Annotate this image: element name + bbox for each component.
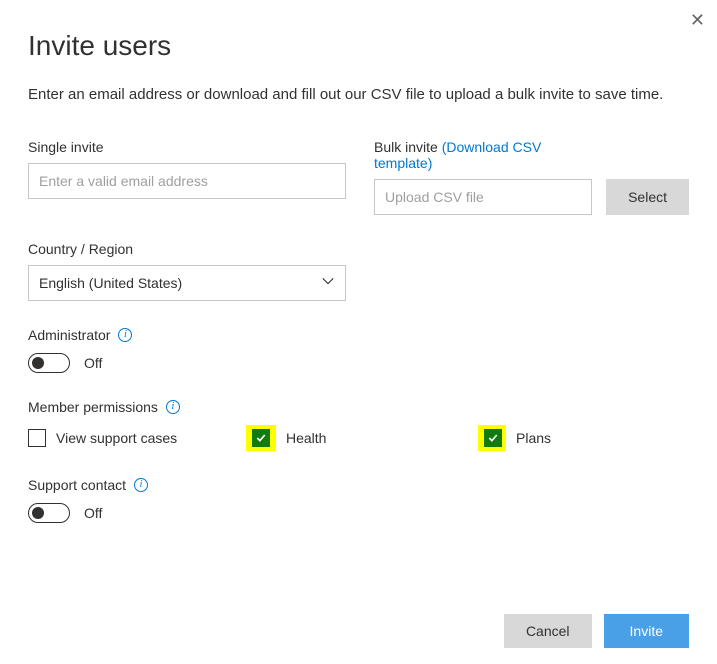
country-select[interactable]: English (United States) <box>28 265 346 301</box>
single-invite-input[interactable] <box>28 163 346 199</box>
country-label: Country / Region <box>28 241 689 257</box>
invite-button[interactable]: Invite <box>604 614 689 648</box>
bulk-invite-input[interactable] <box>374 179 592 215</box>
bulk-invite-label-text: Bulk invite <box>374 139 438 155</box>
checkbox-view-support-cases[interactable] <box>28 429 46 447</box>
chevron-down-icon <box>321 274 335 291</box>
info-icon[interactable]: i <box>118 328 132 342</box>
member-permissions-label: Member permissions <box>28 399 158 415</box>
perm-label: Health <box>286 430 326 446</box>
bulk-invite-label: Bulk invite (Download CSV template) <box>374 139 592 171</box>
perm-plans: Plans <box>478 425 551 451</box>
info-icon[interactable]: i <box>166 400 180 414</box>
perm-label: Plans <box>516 430 551 446</box>
support-contact-toggle[interactable] <box>28 503 70 523</box>
perm-health: Health <box>246 425 478 451</box>
select-file-button[interactable]: Select <box>606 179 689 215</box>
checkbox-plans[interactable] <box>484 429 502 447</box>
close-icon[interactable]: ✕ <box>686 6 709 35</box>
intro-text: Enter an email address or download and f… <box>28 84 689 107</box>
cancel-button[interactable]: Cancel <box>504 614 592 648</box>
support-contact-label: Support contact <box>28 477 126 493</box>
administrator-label: Administrator <box>28 327 110 343</box>
country-value: English (United States) <box>39 275 182 291</box>
perm-label: View support cases <box>56 430 177 446</box>
administrator-state: Off <box>84 355 102 371</box>
single-invite-label: Single invite <box>28 139 346 155</box>
administrator-toggle[interactable] <box>28 353 70 373</box>
support-contact-state: Off <box>84 505 102 521</box>
checkbox-health[interactable] <box>252 429 270 447</box>
page-title: Invite users <box>28 30 689 62</box>
info-icon[interactable]: i <box>134 478 148 492</box>
perm-view-support-cases: View support cases <box>28 429 246 447</box>
